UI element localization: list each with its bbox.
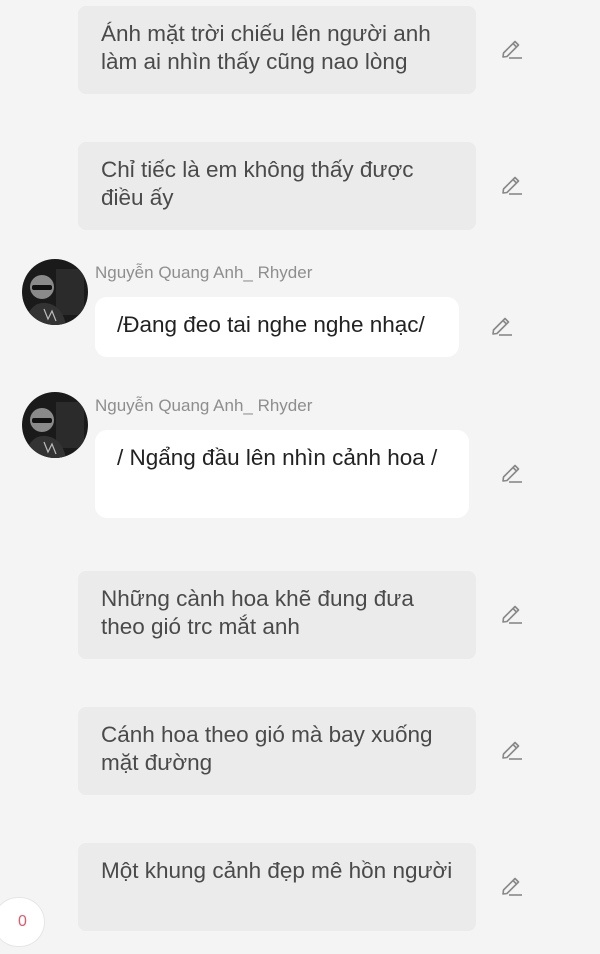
chat-bubble: / Ngẩng đầu lên nhìn cảnh hoa / bbox=[95, 430, 469, 518]
narration-text: Chỉ tiếc là em không thấy được điều ấy bbox=[101, 157, 414, 210]
edit-pencil-icon[interactable] bbox=[499, 173, 525, 199]
author-name: Nguyễn Quang Anh_ Rhyder bbox=[95, 263, 313, 282]
narration-text: Những cành hoa khẽ đung đưa theo gió trc… bbox=[101, 586, 414, 639]
narration-bubble: Những cành hoa khẽ đung đưa theo gió trc… bbox=[78, 571, 476, 659]
message-counter-badge[interactable]: 0 bbox=[0, 898, 44, 946]
edit-pencil-icon[interactable] bbox=[499, 461, 525, 487]
avatar[interactable] bbox=[22, 392, 88, 458]
narration-bubble: Một khung cảnh đẹp mê hồn người bbox=[78, 843, 476, 931]
edit-pencil-icon[interactable] bbox=[499, 738, 525, 764]
author-name: Nguyễn Quang Anh_ Rhyder bbox=[95, 396, 313, 415]
edit-pencil-icon[interactable] bbox=[499, 37, 525, 63]
edit-pencil-icon[interactable] bbox=[499, 874, 525, 900]
chat-text: /Đang đeo tai nghe nghe nhạc/ bbox=[117, 312, 425, 337]
counter-value: 0 bbox=[18, 913, 27, 930]
narration-bubble: Chỉ tiếc là em không thấy được điều ấy bbox=[78, 142, 476, 230]
narration-bubble: Cánh hoa theo gió mà bay xuống mặt đường bbox=[78, 707, 476, 795]
avatar[interactable] bbox=[22, 259, 88, 325]
edit-pencil-icon[interactable] bbox=[489, 314, 515, 340]
narration-text: Cánh hoa theo gió mà bay xuống mặt đường bbox=[101, 722, 433, 775]
chat-bubble: /Đang đeo tai nghe nghe nhạc/ bbox=[95, 297, 459, 357]
narration-bubble: Ánh mặt trời chiếu lên người anh làm ai … bbox=[78, 6, 476, 94]
narration-text: Một khung cảnh đẹp mê hồn người bbox=[101, 858, 453, 883]
narration-text: Ánh mặt trời chiếu lên người anh làm ai … bbox=[101, 21, 431, 74]
chat-text: / Ngẩng đầu lên nhìn cảnh hoa / bbox=[117, 445, 438, 470]
edit-pencil-icon[interactable] bbox=[499, 602, 525, 628]
